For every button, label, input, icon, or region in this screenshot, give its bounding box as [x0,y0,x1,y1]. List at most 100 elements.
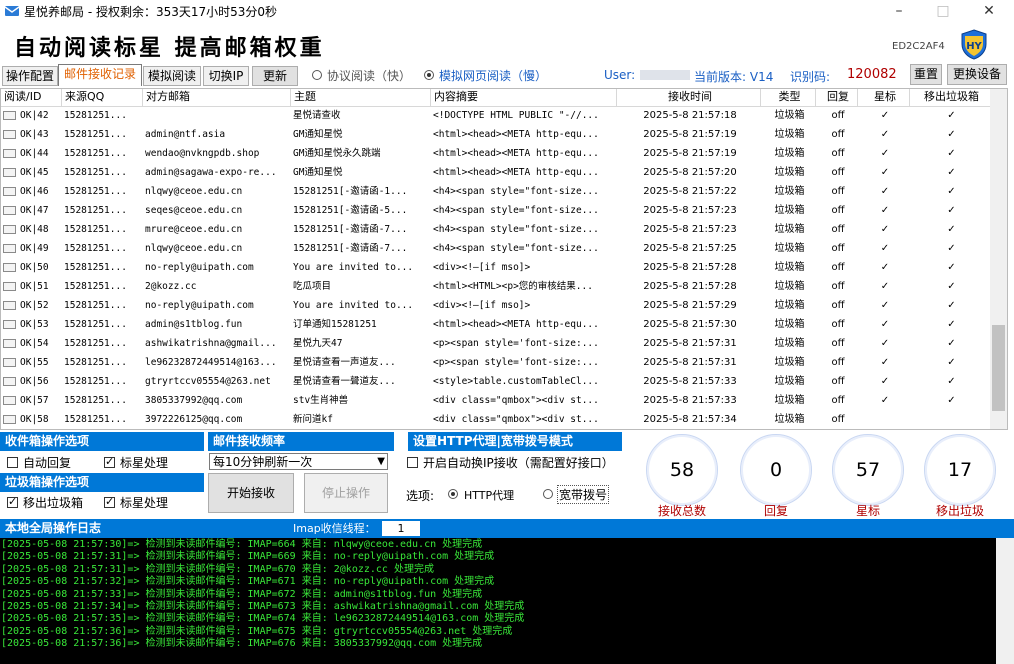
envelope-icon [3,111,16,120]
log-line: [2025-05-08 21:57:32]=> 检测到未读邮件编号: IMAP=… [1,576,495,588]
table-row[interactable]: OK|58 15281251... 3972226125@qq.com 新问道kf <d… [1,410,991,429]
col-peer-email[interactable]: 对方邮箱 [143,89,291,106]
radio-web[interactable] [424,70,434,80]
radio-protocol[interactable] [312,70,322,80]
table-row[interactable]: OK|42 15281251... 星悦请查收 <!DOCTYPE HTML PUBL… [1,106,991,125]
http-proxy-radio[interactable] [448,489,458,499]
log-scrollbar[interactable] [996,538,1014,664]
table-row[interactable]: OK|45 15281251... admin@sagawa-expo-re... G… [1,163,991,182]
junk-star-handle-checkbox[interactable] [104,495,115,508]
move-out-junk-label: 移出垃圾箱 [23,496,84,510]
col-recv-time[interactable]: 接收时间 [617,89,761,106]
cell-type: 垃圾箱 [774,186,805,197]
cell-type: 垃圾箱 [774,243,805,254]
tab-simulate-read[interactable]: 模拟阅读 [143,66,201,86]
col-read-id[interactable]: 阅读/ID [1,89,62,106]
star-handle-checkbox[interactable] [104,455,115,468]
cell-reply: off [831,338,845,349]
cell-move-out [910,410,991,429]
table-row[interactable]: OK|53 15281251... admin@s1tblog.fun 订单通知152… [1,315,991,334]
cell-summary: <p><span style='font-size:... [433,338,599,349]
tab-switch-ip[interactable]: 切换IP [203,66,249,86]
cell-move-out: ✓ [947,243,956,254]
table-row[interactable]: OK|49 15281251... nlqwy@ceoe.edu.cn 1528125… [1,239,991,258]
cell-star: ✓ [880,243,890,254]
col-reply[interactable]: 回复 [816,89,858,106]
cell-peer-email: wendao@nvkngpdb.shop [145,148,260,159]
table-scroll-thumb[interactable] [992,325,1005,411]
move-out-junk-checkbox[interactable] [7,495,18,508]
maximize-icon[interactable]: □ [920,0,966,22]
broadband-radio[interactable] [543,489,553,499]
minimize-icon[interactable]: – [876,0,922,22]
cell-recv-time: 2025-5-8 21:57:18 [643,110,737,121]
cell-recv-time: 2025-5-8 21:57:33 [643,395,737,406]
table-row[interactable]: OK|48 15281251... mrure@ceoe.edu.cn 1528125… [1,220,991,239]
cell-move-out: ✓ [947,167,956,178]
tab-config[interactable]: 操作配置 [2,66,58,86]
table-row[interactable]: OK|44 15281251... wendao@nvkngpdb.shop GM通知… [1,144,991,163]
cell-read-id: OK|57 [1,391,62,410]
table-row[interactable]: OK|56 15281251... gtryrtccv05554@263.net 星悦… [1,372,991,391]
cell-move-out: ✓ [947,281,956,292]
read-id-text: OK|56 [20,376,49,387]
cell-star: ✓ [880,167,890,178]
frequency-select[interactable]: 每10分钟刷新一次 ▼ [209,453,388,470]
stat-move-out-junk-label: 移出垃圾 [935,504,984,518]
cell-peer-email: 3972226125@qq.com [145,414,243,425]
cell-type: 垃圾箱 [774,110,805,121]
table-row[interactable]: OK|47 15281251... seqes@ceoe.edu.cn 1528125… [1,201,991,220]
read-id-text: OK|43 [20,129,49,140]
cell-type: 垃圾箱 [774,395,805,406]
auto-ip-checkbox[interactable] [407,457,418,468]
cell-read-id: OK|52 [1,296,62,315]
table-row[interactable]: OK|54 15281251... ashwikatrishna@gmail... 星… [1,334,991,353]
table-row[interactable]: OK|57 15281251... 3805337992@qq.com stv生肖神兽… [1,391,991,410]
cell-summary: <html><head><META http-equ... [433,319,599,330]
cell-subject: stv生肖神兽 [293,395,349,406]
col-source-qq[interactable]: 来源QQ [62,89,143,106]
cell-source-qq: 15281251... [64,319,127,330]
table-row[interactable]: OK|51 15281251... 2@kozz.cc 吃瓜项目 <html><HTML… [1,277,991,296]
stat-received-total-label: 接收总数 [657,504,706,518]
mail-table[interactable]: 阅读/ID 来源QQ 对方邮箱 主题 内容摘要 接收时间 类型 回复 星标 移出… [0,88,1008,430]
cell-source-qq: 15281251... [64,243,127,254]
cell-subject: 15281251[-邀请函-7... [293,243,408,254]
cell-summary: <div><!—[if mso]> [433,262,531,273]
stop-button[interactable]: 停止操作 [304,473,388,513]
col-type[interactable]: 类型 [761,89,816,106]
close-icon[interactable]: ✕ [966,0,1012,22]
col-subject[interactable]: 主题 [291,89,431,106]
table-row[interactable]: OK|50 15281251... no-reply@uipath.com You a… [1,258,991,277]
update-button[interactable]: 更新 [252,66,298,86]
cell-summary: <p><span style='font-size:... [433,357,599,368]
cell-source-qq: 15281251... [64,148,127,159]
page-title: 自动阅读标星 提高邮箱权重 [14,35,325,61]
cell-type: 垃圾箱 [774,148,805,159]
cell-source-qq: 15281251... [64,205,127,216]
table-row[interactable]: OK|43 15281251... admin@ntf.asia GM通知星悦 <htm… [1,125,991,144]
threads-input[interactable]: 1 [382,521,420,536]
auto-reply-checkbox[interactable] [7,457,18,468]
table-row[interactable]: OK|52 15281251... no-reply@uipath.com You a… [1,296,991,315]
start-receive-button[interactable]: 开始接收 [208,473,294,513]
junk-star-handle-label: 标星处理 [120,496,169,510]
cell-subject: 订单通知15281251 [293,319,377,330]
id-label: 识别码: [790,70,831,84]
cell-star: ✓ [880,148,890,159]
table-row[interactable]: OK|46 15281251... nlqwy@ceoe.edu.cn 1528125… [1,182,991,201]
col-move-out[interactable]: 移出垃圾箱 [910,89,991,106]
col-summary[interactable]: 内容摘要 [431,89,617,106]
reset-button[interactable]: 重置 [910,64,942,85]
cell-source-qq: 15281251... [64,167,127,178]
col-star[interactable]: 星标 [858,89,910,106]
table-scrollbar[interactable] [990,89,1007,429]
cell-star: ✓ [880,338,890,349]
table-row[interactable]: OK|55 15281251... le96232872449514@163... 星… [1,353,991,372]
tab-receive-log[interactable]: 邮件接收记录 [58,64,142,86]
stat-received-total-value: 58 [669,459,695,481]
cell-peer-email: 3805337992@qq.com [145,395,243,406]
switch-device-button[interactable]: 更换设备 [947,64,1007,85]
cell-subject: 15281251[-邀请函-7... [293,224,408,235]
read-id-text: OK|54 [20,338,49,349]
